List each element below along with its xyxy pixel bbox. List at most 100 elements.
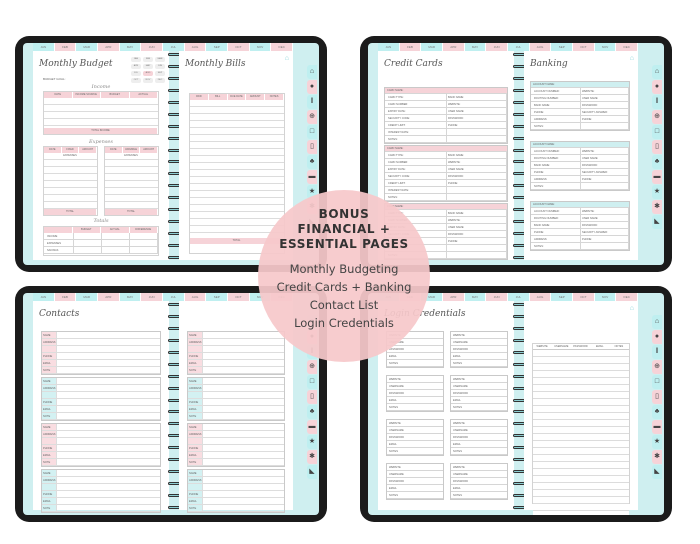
field-label[interactable]: BANK NAME: xyxy=(447,210,507,216)
month-tab-nov[interactable]: NOV xyxy=(249,43,272,51)
field-label[interactable]: WEBSITE: xyxy=(447,217,507,223)
month-tab-aug[interactable]: AUG xyxy=(184,293,207,301)
contact-field[interactable] xyxy=(42,438,160,445)
side-tab[interactable]: ★ xyxy=(652,185,662,199)
month-button-jun[interactable]: JUN xyxy=(155,64,165,69)
month-tab-jan[interactable]: JAN xyxy=(33,293,55,301)
field-input[interactable] xyxy=(56,477,160,483)
side-tab[interactable]: □ xyxy=(307,375,317,389)
credential-field[interactable]: USERNAME xyxy=(451,471,507,478)
field-label[interactable]: PHONE: xyxy=(447,238,507,244)
field-label[interactable] xyxy=(447,252,507,258)
field-label[interactable] xyxy=(447,245,507,251)
field-label[interactable]: ADDRESS: xyxy=(533,116,581,122)
month-tab-mar[interactable]: MAR xyxy=(76,43,99,51)
credential-field[interactable]: USERNAME xyxy=(451,427,507,434)
field-label[interactable]: ADDRESS: xyxy=(533,176,581,182)
cell[interactable] xyxy=(74,233,102,239)
contact-field[interactable]: ADDRESS xyxy=(42,477,160,484)
contact-field[interactable] xyxy=(42,346,160,353)
contact-field[interactable] xyxy=(188,346,284,353)
credential-field[interactable]: USERNAME xyxy=(387,427,443,434)
credential-field[interactable]: EMAIL xyxy=(451,485,507,492)
field-label[interactable]: ADDRESS: xyxy=(533,236,581,242)
field-label[interactable]: USER NAME: xyxy=(581,95,629,101)
field-input[interactable] xyxy=(202,505,284,511)
contact-field[interactable]: NAME xyxy=(42,378,160,385)
field-label[interactable]: CARD TYPE: xyxy=(387,152,447,158)
contact-field[interactable]: NOTE xyxy=(188,413,284,420)
month-tab-may[interactable]: MAY xyxy=(464,293,487,301)
field-label[interactable]: PHONE: xyxy=(581,176,629,182)
month-tab-jun[interactable]: JUN xyxy=(486,43,509,51)
side-tab[interactable]: ✱ xyxy=(652,450,662,464)
credential-field[interactable]: NOTES xyxy=(387,492,443,499)
contact-field[interactable]: ADDRESS xyxy=(188,339,284,346)
credential-field[interactable]: USERNAME xyxy=(387,383,443,390)
field-label[interactable] xyxy=(581,123,629,129)
month-tab-may[interactable]: MAY xyxy=(119,293,142,301)
month-button-nov[interactable]: NOV xyxy=(143,78,153,83)
cell[interactable] xyxy=(130,233,158,239)
side-tab[interactable]: ⊕ xyxy=(652,110,662,124)
side-tab[interactable]: ◣ xyxy=(652,215,662,229)
side-tab[interactable]: □ xyxy=(652,375,662,389)
month-tab-aug[interactable]: AUG xyxy=(184,43,207,51)
field-input[interactable] xyxy=(202,413,284,419)
contact-field[interactable]: PHONE xyxy=(42,445,160,452)
field-label[interactable]: PASSWORD: xyxy=(581,222,629,228)
contact-field[interactable]: EMAIL xyxy=(188,360,284,367)
month-tab-apr[interactable]: APR xyxy=(443,43,465,51)
contact-field[interactable]: NAME xyxy=(188,424,284,431)
cell[interactable] xyxy=(74,240,102,246)
field-input[interactable] xyxy=(56,491,160,497)
field-input[interactable] xyxy=(202,498,284,504)
field-input[interactable] xyxy=(202,431,284,437)
month-tab-jul[interactable]: JUL xyxy=(163,43,185,51)
credential-field[interactable]: EMAIL xyxy=(451,353,507,360)
credential-field[interactable]: PASSWORD xyxy=(451,346,507,353)
credential-field[interactable]: PASSWORD xyxy=(387,434,443,441)
contact-field[interactable]: NAME xyxy=(42,424,160,431)
field-label[interactable]: PASSWORD: xyxy=(447,115,507,121)
credential-field[interactable]: EMAIL xyxy=(387,353,443,360)
month-tab-jun[interactable]: JUN xyxy=(141,293,164,301)
field-label[interactable]: ROUTING NUMBER: xyxy=(533,95,581,101)
credential-field[interactable]: PASSWORD xyxy=(451,434,507,441)
field-input[interactable] xyxy=(202,424,284,430)
side-tab[interactable]: ǁ xyxy=(307,95,317,109)
contact-field[interactable]: NAME xyxy=(188,332,284,339)
credential-field[interactable]: WEBSITE xyxy=(451,420,507,427)
field-input[interactable] xyxy=(56,505,160,511)
field-label[interactable]: PHONE: xyxy=(447,122,507,128)
field-label[interactable] xyxy=(581,243,629,249)
field-input[interactable] xyxy=(56,346,160,352)
month-button-apr[interactable]: APR xyxy=(131,64,141,69)
month-button-may[interactable]: MAY xyxy=(143,64,153,69)
field-input[interactable] xyxy=(202,399,284,405)
field-label[interactable]: NOTES: xyxy=(533,123,581,129)
month-tab-oct[interactable]: OCT xyxy=(573,293,595,301)
field-label[interactable]: CREDIT LIMIT: xyxy=(387,122,447,128)
month-tab-feb[interactable]: FEB xyxy=(54,43,77,51)
field-label[interactable]: BANK NAME: xyxy=(533,222,581,228)
contact-field[interactable]: NOTE xyxy=(188,505,284,512)
field-label[interactable]: SECURITY ANSWER: xyxy=(581,109,629,115)
field-label[interactable]: PASSWORD: xyxy=(581,162,629,168)
field-input[interactable] xyxy=(56,459,160,465)
field-label[interactable]: WEBSITE: xyxy=(581,148,629,154)
contact-field[interactable]: NOTE xyxy=(188,459,284,466)
contact-field[interactable]: PHONE xyxy=(42,491,160,498)
contact-field[interactable] xyxy=(188,484,284,491)
contact-field[interactable]: ADDRESS xyxy=(188,477,284,484)
month-tab-aug[interactable]: AUG xyxy=(529,293,552,301)
credential-field[interactable]: WEBSITE xyxy=(387,376,443,383)
field-input[interactable] xyxy=(56,413,160,419)
side-tab[interactable]: ◣ xyxy=(307,465,317,479)
field-label[interactable]: WEBSITE: xyxy=(581,208,629,214)
field-input[interactable] xyxy=(56,360,160,366)
cell[interactable] xyxy=(102,240,130,246)
field-label[interactable]: WEBSITE: xyxy=(447,101,507,107)
contact-field[interactable]: NAME xyxy=(188,470,284,477)
field-input[interactable] xyxy=(202,346,284,352)
